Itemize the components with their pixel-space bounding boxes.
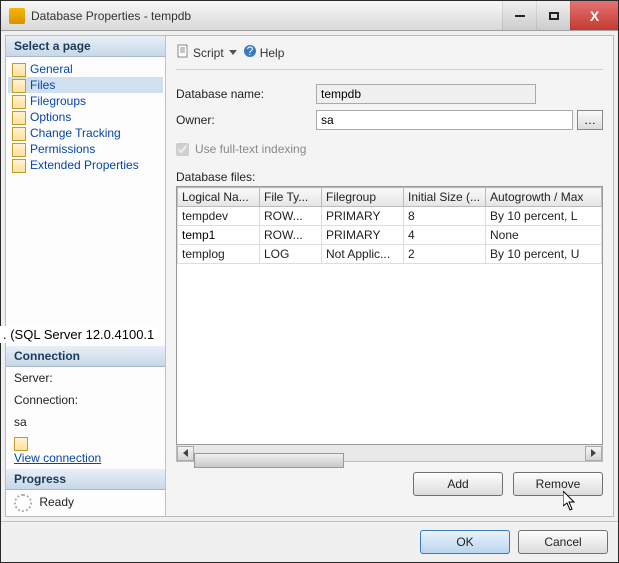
add-button[interactable]: Add — [413, 472, 503, 496]
sidebar-item-files[interactable]: Files — [8, 77, 163, 93]
grid-empty-space — [177, 264, 602, 444]
sidebar-item-change-tracking[interactable]: Change Tracking — [8, 125, 163, 141]
page-icon — [14, 437, 157, 451]
page-icon — [12, 63, 26, 75]
col-logical-name[interactable]: Logical Na... — [178, 188, 260, 207]
cell-size[interactable]: 4 — [404, 226, 486, 245]
close-button[interactable]: X — [570, 1, 618, 30]
connection-header: Connection — [6, 346, 165, 367]
cell-type[interactable]: ROW... — [260, 207, 322, 226]
db-name-label: Database name: — [176, 87, 316, 101]
sidebar-item-label: Filegroups — [30, 94, 86, 108]
cell-auto[interactable]: None — [486, 226, 602, 245]
cell-size[interactable]: 8 — [404, 207, 486, 226]
page-icon — [12, 111, 26, 123]
col-initial-size[interactable]: Initial Size (... — [404, 188, 486, 207]
sidebar-item-label: Extended Properties — [30, 158, 139, 172]
sidebar: Select a page General Files Filegroups O… — [6, 36, 166, 516]
sidebar-item-label: Options — [30, 110, 71, 124]
svg-text:?: ? — [246, 44, 253, 58]
ok-button[interactable]: OK — [420, 530, 510, 554]
help-label: Help — [260, 46, 285, 60]
cell-name[interactable]: tempdev — [178, 207, 260, 226]
fulltext-label: Use full-text indexing — [195, 142, 306, 156]
cell-type[interactable]: ROW... — [260, 226, 322, 245]
help-button[interactable]: ? Help — [243, 44, 285, 61]
script-label: Script — [193, 46, 224, 60]
connection-value: sa — [6, 411, 165, 433]
horizontal-scrollbar[interactable] — [176, 445, 603, 462]
sidebar-item-permissions[interactable]: Permissions — [8, 141, 163, 157]
progress-row: Ready — [6, 490, 165, 516]
fulltext-checkbox — [176, 143, 189, 156]
table-row[interactable]: templog LOG Not Applic... 2 By 10 percen… — [178, 245, 602, 264]
table-row[interactable]: tempdev ROW... PRIMARY 8 By 10 percent, … — [178, 207, 602, 226]
scroll-left-button[interactable] — [177, 446, 194, 461]
cell-name[interactable]: templog — [178, 245, 260, 264]
database-files-label: Database files: — [176, 170, 603, 184]
col-autogrowth[interactable]: Autogrowth / Max — [486, 188, 602, 207]
owner-label: Owner: — [176, 113, 316, 127]
page-icon — [12, 95, 26, 107]
cell-group[interactable]: PRIMARY — [322, 226, 404, 245]
help-icon: ? — [243, 44, 257, 61]
maximize-button[interactable] — [536, 1, 570, 30]
dialog-window: Database Properties - tempdb X Select a … — [0, 0, 619, 563]
page-list: General Files Filegroups Options Change … — [6, 57, 165, 177]
page-icon — [12, 127, 26, 139]
owner-browse-button[interactable]: … — [577, 110, 603, 130]
script-icon — [176, 44, 190, 61]
dialog-footer: OK Cancel — [1, 521, 618, 562]
cell-group[interactable]: PRIMARY — [322, 207, 404, 226]
titlebar[interactable]: Database Properties - tempdb X — [1, 1, 618, 31]
sidebar-item-general[interactable]: General — [8, 61, 163, 77]
cell-size[interactable]: 2 — [404, 245, 486, 264]
view-connection-link[interactable]: View connection — [14, 451, 101, 465]
window-title: Database Properties - tempdb — [31, 9, 502, 23]
chevron-down-icon[interactable] — [229, 50, 237, 55]
connection-label: Connection: — [6, 389, 165, 411]
cell-auto[interactable]: By 10 percent, U — [486, 245, 602, 264]
page-icon — [12, 143, 26, 155]
sidebar-item-label: Permissions — [30, 142, 95, 156]
minimize-button[interactable] — [502, 1, 536, 30]
scroll-right-button[interactable] — [585, 446, 602, 461]
sidebar-item-label: General — [30, 62, 73, 76]
server-label: Server: — [6, 367, 165, 389]
remove-button[interactable]: Remove — [513, 472, 603, 496]
db-name-input[interactable] — [316, 84, 536, 104]
toolbar: Script ? Help — [176, 42, 603, 70]
table-row[interactable]: ROW... PRIMARY 4 None — [178, 226, 602, 245]
files-grid[interactable]: Logical Na... File Ty... Filegroup Initi… — [176, 186, 603, 445]
page-icon — [12, 79, 26, 91]
sidebar-item-options[interactable]: Options — [8, 109, 163, 125]
scroll-thumb[interactable] — [194, 453, 344, 468]
progress-header: Progress — [6, 469, 165, 490]
sidebar-item-label: Change Tracking — [30, 126, 121, 140]
cell-group[interactable]: Not Applic... — [322, 245, 404, 264]
col-file-type[interactable]: File Ty... — [260, 188, 322, 207]
app-icon — [9, 8, 25, 24]
page-icon — [12, 159, 26, 171]
select-page-header: Select a page — [6, 36, 165, 57]
cell-auto[interactable]: By 10 percent, L — [486, 207, 602, 226]
sidebar-item-filegroups[interactable]: Filegroups — [8, 93, 163, 109]
progress-status: Ready — [39, 495, 74, 509]
owner-input[interactable] — [316, 110, 573, 130]
cell-name-editing[interactable] — [178, 226, 260, 245]
cell-type[interactable]: LOG — [260, 245, 322, 264]
progress-spinner-icon — [14, 494, 32, 512]
col-filegroup[interactable]: Filegroup — [322, 188, 404, 207]
script-button[interactable]: Script — [176, 44, 237, 61]
logical-name-input[interactable] — [182, 228, 255, 242]
content-pane: Script ? Help Database name: Owner: — [166, 36, 613, 516]
cancel-button[interactable]: Cancel — [518, 530, 608, 554]
view-connection-row: View connection — [6, 433, 165, 469]
sidebar-item-label: Files — [30, 78, 55, 92]
server-tooltip: . (SQL Server 12.0.4100.1 — [0, 326, 157, 343]
sidebar-item-extended-properties[interactable]: Extended Properties — [8, 157, 163, 173]
dialog-body: Select a page General Files Filegroups O… — [5, 35, 614, 517]
